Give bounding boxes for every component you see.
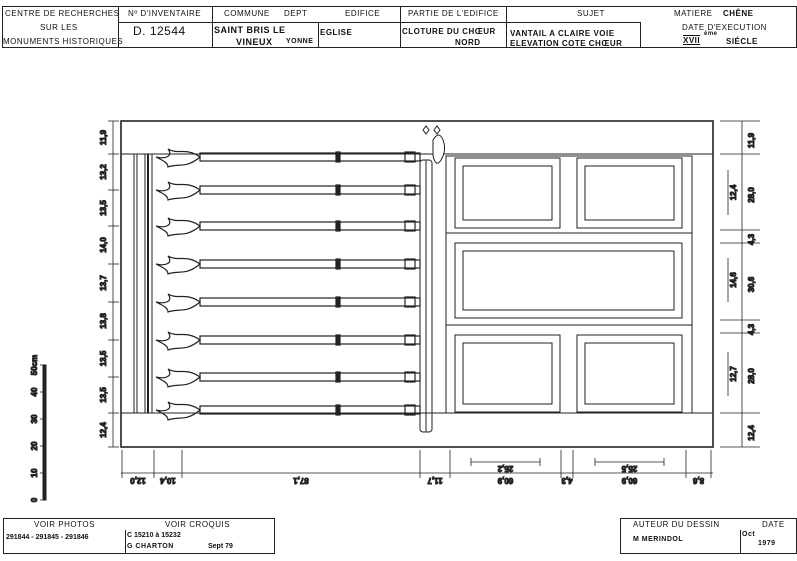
scale-label: 20 — [30, 441, 39, 450]
leaf-ornament — [155, 401, 201, 421]
baluster-bar — [199, 335, 421, 345]
bottom-inner-dimension-label: 25,5 — [621, 464, 637, 473]
balusters — [155, 148, 421, 421]
scale-label: 10 — [30, 468, 39, 477]
left-dimension-label: 13,5 — [99, 350, 108, 366]
left-dimension-label: 12,4 — [99, 422, 108, 438]
right-dimension-label: 4,3 — [747, 323, 756, 335]
elevation-drawing: 11,9 13,2 13,5 14,0 13,7 13,8 13,5 13,5 12,4 11,9… — [30, 120, 760, 503]
bottom-inner-dimension-label: 25,2 — [497, 464, 513, 473]
scale-label: 50cm — [30, 355, 39, 375]
leaf-ornament — [155, 293, 201, 313]
left-dimension-label: 13,7 — [99, 275, 108, 291]
leaf-ornament — [155, 368, 201, 388]
right-dimension-label: 12,4 — [747, 425, 756, 441]
baluster-bar — [199, 372, 421, 382]
bottom-dimension-label: 12,0 — [130, 476, 146, 485]
leaf-ornament — [155, 181, 201, 201]
croquis-value: C 15210 à 15232 — [127, 532, 181, 539]
right-dimension-label: 28,0 — [747, 368, 756, 384]
author-label: AUTEUR DU DESSIN — [633, 520, 720, 529]
croquis-date: Sept 79 — [208, 543, 233, 550]
bottom-dimension-label: 8,6 — [692, 476, 704, 485]
scale-label: 30 — [30, 414, 39, 423]
right-inner-dimension-label: 14,6 — [729, 272, 738, 288]
baluster-bar — [199, 259, 421, 269]
right-inner-dimension-label: 12,4 — [729, 184, 738, 200]
leaf-ornament — [155, 148, 201, 168]
photos-value: 291844 - 291845 - 291846 — [6, 534, 89, 541]
left-stile — [133, 154, 153, 413]
croquis-label: VOIR CROQUIS — [165, 520, 231, 529]
baluster-collar — [335, 371, 341, 383]
baluster-collar — [335, 296, 341, 308]
left-dimension-label: 13,8 — [99, 313, 108, 329]
baluster-collar — [335, 404, 341, 416]
author-value: M MERINDOL — [633, 536, 684, 543]
bottom-dimension-label: 60,9 — [621, 476, 637, 485]
left-dimension-label: 14,0 — [99, 237, 108, 253]
leaf-ornament — [155, 217, 201, 237]
right-dimension-label: 4,3 — [747, 233, 756, 245]
footer-divider — [125, 530, 126, 554]
scale-label: 40 — [30, 387, 39, 396]
scale-bar — [42, 364, 47, 501]
date-year: 1979 — [758, 540, 776, 547]
left-dimension-label: 13,2 — [99, 164, 108, 180]
date-month: Oct — [742, 531, 756, 538]
baluster-bar — [199, 185, 421, 195]
bottom-dimension-label: 11,7 — [427, 476, 443, 485]
leaf-ornament — [155, 255, 201, 275]
right-dimension-label: 30,6 — [747, 276, 756, 292]
right-dimension-label: 28,0 — [747, 187, 756, 203]
bottom-dimension-label: 87,1 — [293, 476, 309, 485]
bottom-dimension-label: 10,4 — [160, 476, 176, 485]
right-dimension-label: 11,9 — [747, 132, 756, 148]
finial-ornament — [422, 125, 441, 135]
lock-escutcheon — [432, 134, 446, 164]
scale-label: 0 — [30, 497, 39, 502]
baluster-collar — [335, 151, 341, 163]
outer-frame — [120, 120, 714, 448]
baluster-collar — [335, 334, 341, 346]
croquis-author: G CHARTON — [127, 543, 174, 550]
left-dimension-label: 13,5 — [99, 200, 108, 216]
right-inner-dimension-label: 12,7 — [729, 366, 738, 382]
baluster-collar — [335, 220, 341, 232]
baluster-bar — [199, 297, 421, 307]
bottom-dimension-label: 4,3 — [561, 476, 573, 485]
left-dimension-label: 11,9 — [99, 129, 108, 145]
baluster-collar — [335, 184, 341, 196]
left-dimension-label: 13,5 — [99, 387, 108, 403]
panel-frame — [445, 155, 693, 414]
bottom-dimension-label: 60,9 — [497, 476, 513, 485]
footer-divider — [740, 530, 741, 554]
leaf-ornament — [155, 331, 201, 351]
date-label: DATE — [762, 520, 785, 529]
photos-label: VOIR PHOTOS — [34, 520, 95, 529]
baluster-collar — [335, 258, 341, 270]
baluster-bar — [199, 221, 421, 231]
center-post — [419, 125, 446, 433]
